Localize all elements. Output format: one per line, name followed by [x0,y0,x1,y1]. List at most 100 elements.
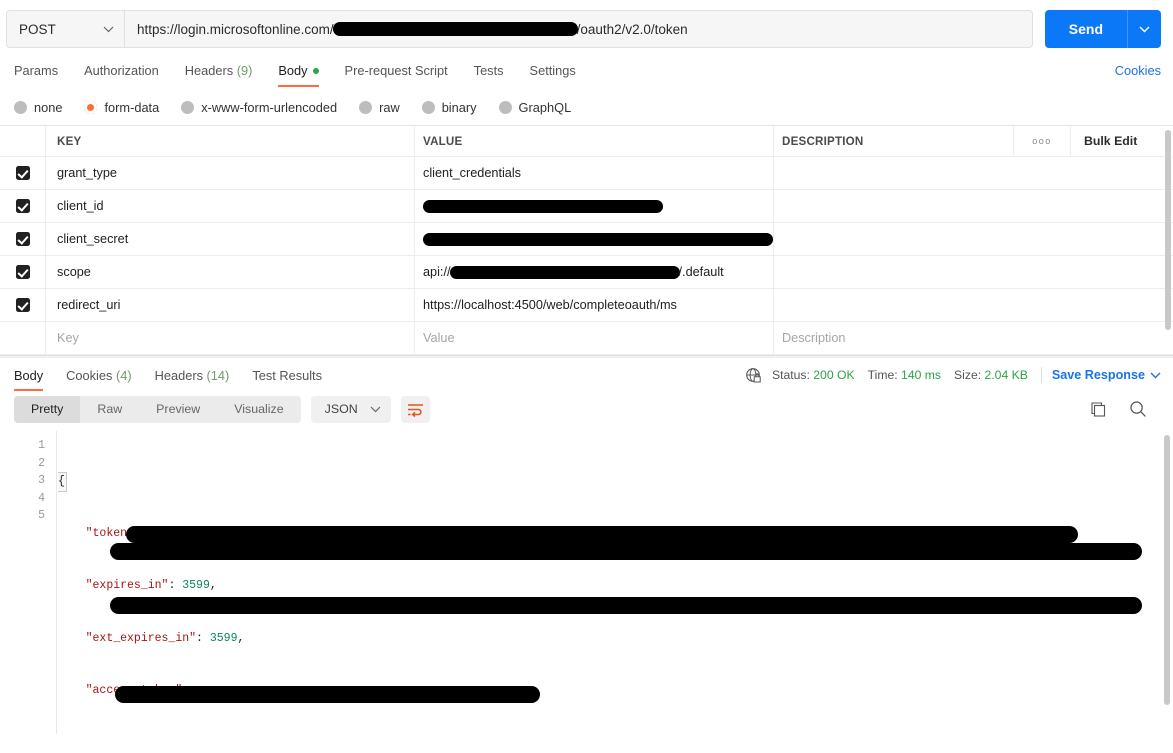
status-code: Status: 200 OK [772,368,855,382]
row-value[interactable]: api:// /.default [415,256,774,288]
tab-body[interactable]: Body [278,63,319,87]
new-value-input[interactable]: Value [415,322,774,354]
chevron-down-icon [1139,26,1150,32]
response-format-selector[interactable]: JSON [310,395,391,423]
search-button[interactable] [1129,400,1147,418]
body-type-graphql[interactable]: GraphQL [498,100,572,115]
row-value[interactable] [415,190,774,222]
column-header-key: KEY [46,126,415,156]
response-time: Time: 140 ms [868,368,941,382]
row-checkbox[interactable] [15,166,30,180]
new-description-input[interactable]: Description [774,322,1173,354]
tab-headers[interactable]: Headers (9) [185,63,253,87]
tab-authorization[interactable]: Authorization [84,63,159,87]
json-value: 3599 [209,631,238,645]
copy-button[interactable] [1090,401,1107,418]
body-type-x-www-form-urlencoded[interactable]: x-www-form-urlencoded [181,100,337,115]
response-tab-bar: Body Cookies (4) Headers (14) Test Resul… [0,358,1173,391]
row-checkbox[interactable] [15,265,30,279]
token-redaction [110,597,1142,614]
tab-label: Headers [154,367,203,383]
chevron-down-icon [103,26,114,32]
save-response-label: Save Response [1051,368,1145,382]
line-number: 1 [38,439,45,452]
row-key[interactable]: grant_type [46,157,415,189]
row-key[interactable]: client_id [46,190,415,222]
row-key[interactable]: redirect_uri [46,289,415,321]
response-tab-cookies[interactable]: Cookies (4) [66,368,131,391]
row-checkbox[interactable] [15,199,30,213]
new-key-input[interactable]: Key [46,322,415,354]
row-value[interactable]: https://localhost:4500/web/completeoauth… [415,289,774,321]
row-value[interactable]: client_credentials [415,157,774,189]
url-suffix: /oauth2/v2.0/token [576,21,688,37]
tab-pre-request-script[interactable]: Pre-request Script [345,63,448,87]
tab-label: Tests [473,63,504,78]
value-suffix: /.default [678,265,724,279]
table-row: grant_type client_credentials [0,157,1173,190]
chevron-down-icon [1150,372,1161,378]
http-method-label: POST [19,21,56,37]
body-type-label: binary [441,100,477,115]
chevron-down-icon [370,406,381,412]
row-checkbox[interactable] [15,232,30,246]
view-mode-pretty[interactable]: Pretty [14,395,81,423]
line-number: 3 [38,474,45,487]
opening-brace: { [58,472,67,492]
bulk-edit-button[interactable]: Bulk Edit [1071,134,1173,148]
response-body-viewer[interactable]: 1 2 3 4 5 6 { "token_type": "Bearer", "e… [0,431,1173,734]
body-type-raw[interactable]: raw [359,100,400,115]
more-options-icon[interactable]: ooo [1014,126,1071,156]
tab-params[interactable]: Params [14,63,58,87]
row-description[interactable] [774,256,1173,288]
body-type-form-data[interactable]: form-data [84,100,159,115]
status-value: 200 OK [813,368,855,382]
body-type-none[interactable]: none [14,100,62,115]
tab-label: Pre-request Script [344,63,448,78]
url-prefix: https://login.microsoftonline.com/ [137,21,334,37]
response-tab-body[interactable]: Body [14,368,44,391]
table-header-tools: ooo Bulk Edit [1013,126,1173,156]
row-checkbox-cell [0,190,46,222]
table-row: scope api:// /.default [0,256,1173,289]
wrap-text-button[interactable] [400,395,430,423]
row-description[interactable] [774,289,1173,321]
column-header-description: DESCRIPTION [782,134,864,148]
code-scrollbar[interactable] [1164,435,1170,705]
table-scrollbar[interactable] [1165,130,1171,330]
row-description[interactable] [774,157,1173,189]
row-checkbox[interactable] [15,298,30,312]
tab-settings[interactable]: Settings [530,63,576,87]
row-description[interactable] [774,190,1173,222]
view-mode-visualize[interactable]: Visualize [217,396,300,423]
tab-label: Settings [529,63,576,78]
response-tab-test-results[interactable]: Test Results [252,368,322,391]
line-number: 5 [38,509,45,522]
view-mode-raw[interactable]: Raw [80,396,139,423]
response-tab-headers[interactable]: Headers (14) [155,368,230,391]
http-method-selector[interactable]: POST [6,10,124,48]
table-empty-row: Key Value Description [0,322,1173,355]
radio-icon [14,101,27,114]
code-line: { [58,472,1159,492]
request-url-input[interactable]: https://login.microsoftonline.com/ /oauth… [124,10,1033,48]
row-key[interactable]: client_secret [46,223,415,255]
divider [1040,367,1042,383]
save-response-button[interactable]: Save Response [1052,368,1161,382]
json-key: "expires_in" [85,579,169,592]
tab-tests[interactable]: Tests [474,63,504,87]
tab-label: Cookies [66,367,113,383]
line-number-gutter: 1 2 3 4 5 6 [0,431,57,734]
body-type-label: GraphQL [518,100,572,115]
row-description[interactable] [774,223,1173,255]
send-options-button[interactable] [1127,10,1161,48]
send-button[interactable]: Send [1044,10,1127,48]
body-type-binary[interactable]: binary [421,100,477,115]
token-redaction [115,686,540,703]
row-key[interactable]: scope [46,256,415,288]
globe-lock-icon [745,367,762,384]
view-mode-preview[interactable]: Preview [139,396,217,423]
format-label: JSON [324,402,358,416]
cookies-link[interactable]: Cookies [1115,63,1161,87]
row-value[interactable] [415,223,774,255]
